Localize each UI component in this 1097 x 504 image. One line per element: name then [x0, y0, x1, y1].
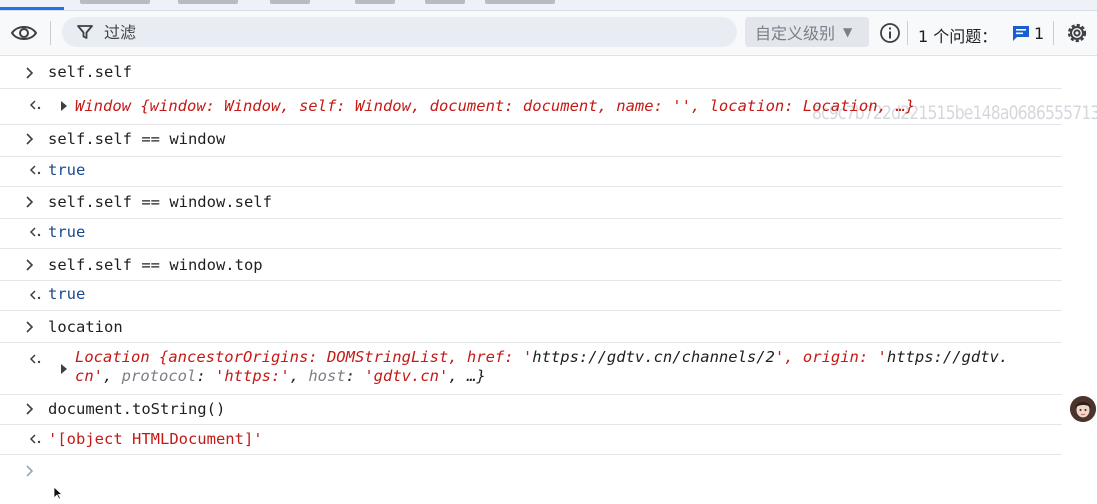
tab-stub[interactable]	[355, 0, 395, 4]
eye-icon[interactable]	[10, 22, 38, 44]
object-preview-line2[interactable]: cn', protocol: 'https:', host: 'gdtv.cn'…	[75, 366, 486, 386]
avatar[interactable]	[1070, 396, 1096, 422]
console-prompt[interactable]	[0, 454, 1062, 490]
result-value: true	[48, 285, 86, 303]
chevron-down-icon: ▼	[843, 25, 853, 39]
console-input-row[interactable]: self.self	[0, 56, 1062, 89]
result-arrow-icon	[29, 100, 41, 110]
log-levels-label: 自定义级别	[755, 24, 836, 43]
filter-icon	[77, 25, 93, 39]
result-arrow-icon	[29, 434, 41, 444]
gear-icon[interactable]	[1064, 20, 1090, 46]
issues-count: 1	[1034, 24, 1045, 43]
toolbar-separator	[50, 21, 51, 45]
console-input-text: self.self == window	[48, 130, 226, 148]
prompt-chevron-icon	[26, 259, 34, 271]
tab-stub[interactable]	[178, 0, 238, 4]
console-input-row[interactable]: self.self == window	[0, 124, 1062, 157]
object-preview[interactable]: Window {window: Window, self: Window, do…	[75, 96, 915, 116]
console-output-row[interactable]: true	[0, 156, 1062, 187]
toolbar-separator	[907, 21, 908, 45]
active-tab-indicator	[0, 7, 64, 10]
log-levels-dropdown[interactable]: 自定义级别 ▼	[745, 17, 869, 47]
result-value: true	[48, 161, 86, 179]
console-input-row[interactable]: self.self == window.self	[0, 186, 1062, 219]
result-arrow-icon	[29, 354, 41, 364]
filter-box[interactable]	[62, 17, 737, 47]
console-output-row[interactable]: true	[0, 280, 1062, 311]
console-input-text: self.self == window.self	[48, 193, 272, 211]
issues-badge[interactable]: 1	[1012, 24, 1044, 43]
prompt-chevron-icon	[26, 465, 34, 477]
object-preview-line1[interactable]: Location {ancestorOrigins: DOMStringList…	[75, 347, 1008, 367]
console-output-row[interactable]: Location {ancestorOrigins: DOMStringList…	[0, 342, 1062, 395]
console-output[interactable]: 8c9c7b722d221515be148a0686555713 self.se…	[0, 56, 1097, 504]
prompt-chevron-icon	[26, 321, 34, 333]
expand-triangle-icon[interactable]	[60, 101, 68, 111]
result-arrow-icon	[29, 227, 41, 237]
console-output-row[interactable]: '[object HTMLDocument]'	[0, 424, 1062, 455]
console-input-row[interactable]: document.toString()	[0, 394, 1062, 425]
tab-stub[interactable]	[270, 0, 310, 4]
panel-tab-strip	[0, 0, 1097, 11]
issues-label[interactable]: 1 个问题：	[918, 23, 997, 47]
tab-stub[interactable]	[485, 0, 555, 4]
console-input-text: location	[48, 318, 123, 336]
console-input-row[interactable]: self.self == window.top	[0, 248, 1062, 281]
console-input-text: self.self	[48, 63, 132, 81]
result-value: '[object HTMLDocument]'	[48, 430, 263, 448]
console-toolbar: 自定义级别 ▼ 1 个问题： 1	[0, 11, 1097, 56]
result-arrow-icon	[29, 290, 41, 300]
toolbar-separator	[1053, 21, 1054, 45]
console-input-text: self.self == window.top	[48, 256, 263, 274]
tab-stub[interactable]	[425, 0, 465, 4]
prompt-chevron-icon	[26, 67, 34, 79]
avatar-face-icon	[1070, 396, 1096, 422]
result-value: true	[48, 223, 86, 241]
prompt-chevron-icon	[26, 133, 34, 145]
tab-stub[interactable]	[80, 0, 150, 4]
console-output-row[interactable]: Window {window: Window, self: Window, do…	[0, 88, 1062, 125]
filter-input[interactable]	[102, 21, 706, 43]
expand-triangle-icon[interactable]	[60, 364, 68, 374]
console-input-row[interactable]: location	[0, 310, 1062, 343]
prompt-chevron-icon	[26, 196, 34, 208]
info-icon[interactable]	[879, 22, 901, 44]
console-input-text: document.toString()	[48, 400, 226, 418]
cursor-icon	[53, 486, 63, 500]
result-arrow-icon	[29, 165, 41, 175]
prompt-chevron-icon	[26, 403, 34, 415]
console-output-row[interactable]: true	[0, 218, 1062, 249]
message-icon	[1013, 26, 1029, 41]
